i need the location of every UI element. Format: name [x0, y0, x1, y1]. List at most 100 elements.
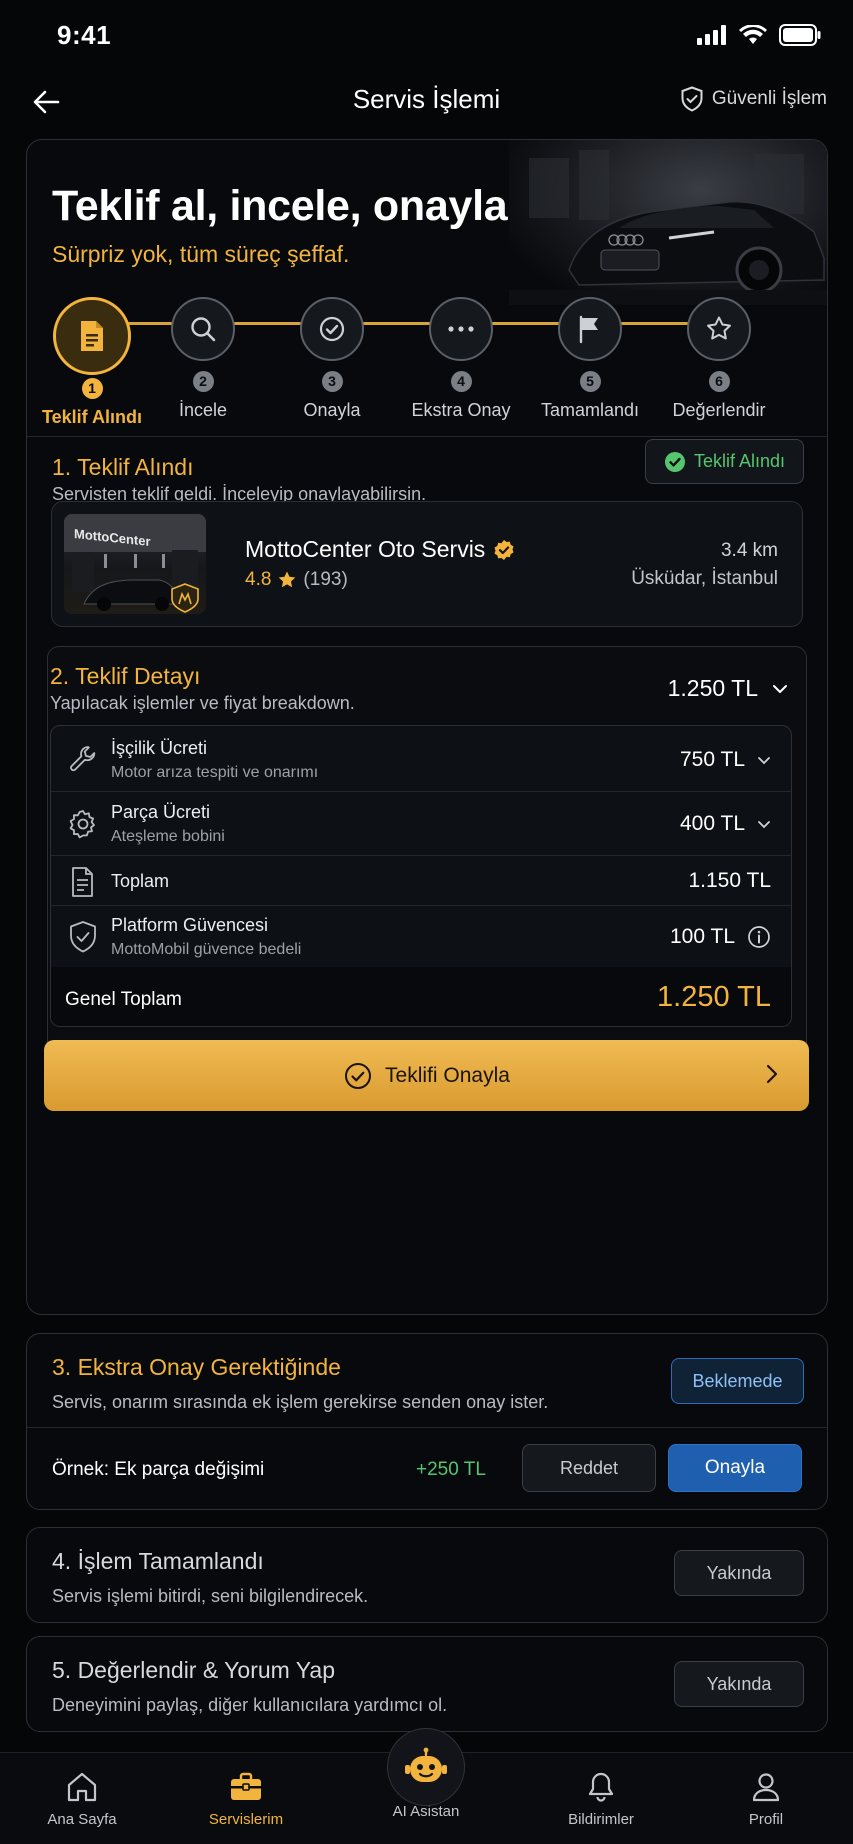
provider-card[interactable]: MottoCenter MottoCenter Oto Servis 4.8 (…: [51, 501, 803, 627]
section-title: 3. Ekstra Onay Gerektiğinde: [52, 1354, 341, 1380]
item-title: Toplam: [111, 871, 170, 891]
secure-text: Güvenli İşlem: [711, 88, 827, 109]
status-time: 9:41: [57, 20, 112, 50]
offer-total-value: 1.250 TL: [667, 675, 758, 701]
document-icon: [67, 866, 97, 898]
coming-soon-badge: Yakında: [674, 1661, 804, 1707]
shield-check-icon: [681, 86, 703, 112]
completed-card: 4. İşlem Tamamlandı Servis işlemi bitird…: [26, 1527, 828, 1623]
nav-label: Servislerim: [208, 1811, 284, 1828]
step-rate[interactable]: 6 Değerlendir: [654, 297, 784, 421]
signal-icon: [697, 25, 727, 45]
rate-review-card: 5. Değerlendir & Yorum Yap Deneyimini pa…: [26, 1636, 828, 1732]
step-review[interactable]: 2 İncele: [138, 297, 268, 421]
hero-title: Teklif al, incele, onayla: [52, 182, 508, 230]
extra-approval-card: 3. Ekstra Onay Gerektiğinde Servis, onar…: [26, 1333, 828, 1510]
step-number: 6: [708, 371, 730, 392]
shield-check-icon: [67, 920, 99, 954]
nav-profile[interactable]: Profil: [691, 1771, 841, 1828]
chevron-right-icon: [766, 1064, 778, 1084]
section-divider: [27, 436, 827, 437]
briefcase-icon: [231, 1772, 261, 1800]
wrench-icon: [67, 743, 99, 775]
offer-total-toggle[interactable]: 1.250 TL: [668, 675, 788, 702]
robot-icon: [405, 1747, 447, 1782]
service-process-card: Teklif al, incele, onayla Sürpriz yok, t…: [26, 139, 828, 1315]
reject-button[interactable]: Reddet: [522, 1444, 656, 1492]
app-header: Servis İşlemi Güvenli İşlem: [0, 72, 853, 132]
item-amount-value: 400 TL: [680, 812, 745, 835]
provider-distance: 3.4 km: [720, 540, 778, 561]
item-amount-value: 100 TL: [670, 925, 735, 948]
step-number: 5: [579, 371, 601, 392]
item-amount-value: 1.150 TL: [688, 869, 771, 892]
example-amount: +250 TL: [416, 1459, 486, 1480]
section-description: Servis işlemi bitirdi, seni bilgilendire…: [52, 1586, 369, 1606]
bell-icon: [588, 1772, 614, 1802]
wifi-icon: [739, 25, 767, 45]
nav-home[interactable]: Ana Sayfa: [7, 1771, 157, 1828]
section-divider: [27, 1427, 827, 1428]
step-label: Tamamlandı: [540, 400, 640, 420]
coming-soon-badge: Yakında: [674, 1550, 804, 1596]
nav-label: Bildirimler: [568, 1811, 634, 1828]
step-label: Değerlendir: [672, 400, 766, 420]
star-icon: [279, 571, 296, 588]
item-amount: 1.150 TL: [688, 869, 771, 893]
breakdown-row-subtotal: Toplam 1.150 TL: [51, 856, 791, 906]
status-icons: [697, 24, 821, 46]
nav-label: Profil: [748, 1811, 784, 1828]
item-title: İşçilik Ücreti: [111, 738, 208, 758]
step-number: 1: [81, 378, 103, 399]
provider-name-text: MottoCenter Oto Servis: [245, 536, 486, 562]
section-title: 4. İşlem Tamamlandı: [52, 1548, 264, 1574]
chevron-down-icon: [773, 684, 787, 693]
provider-name: MottoCenter Oto Servis: [245, 536, 515, 563]
chevron-down-icon: [758, 820, 770, 828]
badge-label: Teklif Alındı: [693, 451, 786, 471]
document-icon: [53, 297, 131, 375]
more-icon: [429, 297, 493, 361]
approve-offer-button[interactable]: Teklifi Onayla: [44, 1040, 809, 1111]
grand-total-label: Genel Toplam: [65, 989, 182, 1010]
user-icon: [752, 1773, 780, 1802]
hero-subtitle: Sürpriz yok, tüm süreç şeffaf.: [52, 241, 350, 267]
nav-label: Ana Sayfa: [47, 1811, 117, 1828]
nav-services[interactable]: Servislerim: [171, 1771, 321, 1828]
step-number: 2: [192, 371, 214, 392]
info-icon[interactable]: [747, 925, 771, 949]
step-label: Ekstra Onay: [411, 400, 511, 420]
step-completed[interactable]: 5 Tamamlandı: [525, 297, 655, 421]
item-amount-value: 750 TL: [680, 748, 745, 771]
section-title: 5. Değerlendir & Yorum Yap: [52, 1657, 335, 1683]
breakdown-row-labor[interactable]: İşçilik Ücreti Motor arıza tespiti ve on…: [51, 726, 791, 792]
item-amount: 750 TL: [680, 748, 771, 772]
step-extra-approval[interactable]: 4 Ekstra Onay: [396, 297, 526, 421]
breakdown-row-parts[interactable]: Parça Ücreti Ateşleme bobini 400 TL: [51, 792, 791, 856]
rating-value: 4.8: [245, 569, 272, 590]
search-icon: [171, 297, 235, 361]
item-subtitle: Motor arıza tespiti ve onarımı: [111, 764, 319, 781]
chevron-down-icon: [758, 756, 770, 764]
status-bar: 9:41: [0, 0, 853, 72]
home-icon: [67, 1772, 97, 1802]
battery-icon: [779, 24, 821, 46]
step-approve[interactable]: 3 Onayla: [267, 297, 397, 421]
breakdown-row-platform-fee[interactable]: Platform Güvencesi MottoMobil güvence be…: [51, 906, 791, 968]
secure-transaction-label[interactable]: Güvenli İşlem: [680, 86, 827, 112]
check-circle-icon: [345, 1062, 372, 1089]
section-description: Servis, onarım sırasında ek işlem gereki…: [52, 1392, 549, 1412]
pending-badge: Beklemede: [671, 1358, 804, 1404]
nav-notifications[interactable]: Bildirimler: [526, 1771, 676, 1828]
item-amount: 100 TL: [670, 925, 771, 949]
item-subtitle: Ateşleme bobini: [111, 828, 225, 845]
price-breakdown: İşçilik Ücreti Motor arıza tespiti ve on…: [50, 725, 792, 1027]
approve-offer-label: Teklifi Onayla: [385, 1063, 510, 1087]
item-title: Parça Ücreti: [111, 802, 211, 822]
approve-button[interactable]: Onayla: [668, 1444, 802, 1492]
check-circle-icon: [664, 451, 685, 472]
offer-detail-panel: 2. Teklif Detayı Yapılacak işlemler ve f…: [47, 646, 807, 1104]
ai-assistant-button[interactable]: [387, 1728, 465, 1806]
verified-badge-icon: [494, 539, 514, 560]
step-label: Onayla: [303, 400, 361, 420]
